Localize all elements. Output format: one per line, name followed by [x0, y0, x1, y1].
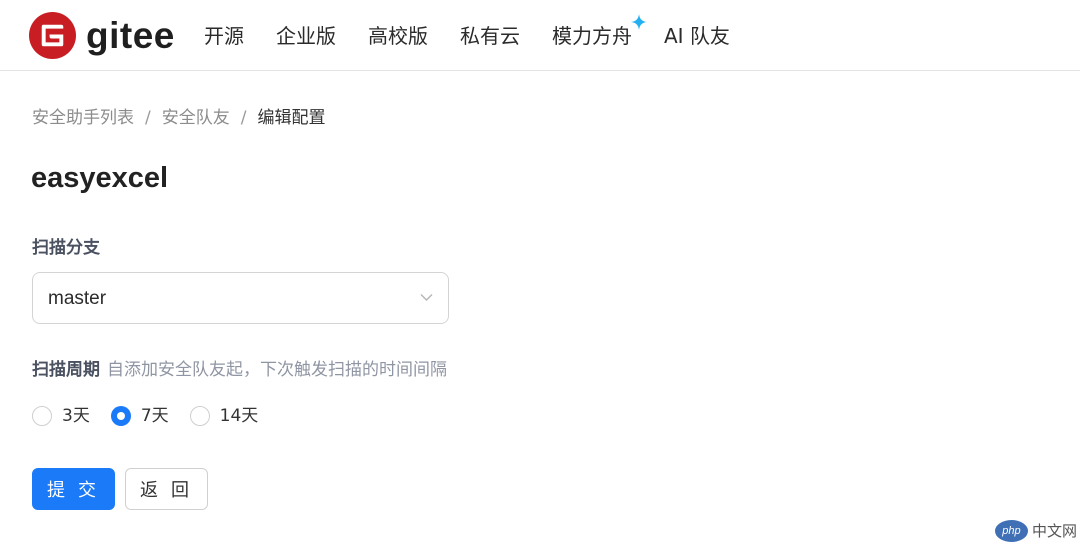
top-header: gitee 开源 企业版 高校版 私有云 模力方舟 AI 队友	[0, 0, 1080, 71]
nav-item-education[interactable]: 高校版	[368, 22, 428, 50]
radio-label: 14天	[219, 406, 259, 426]
scan-period-hint: 自添加安全队友起，下次触发扫描的时间间隔	[107, 360, 447, 380]
radio-button-unchecked[interactable]	[189, 406, 210, 426]
back-button[interactable]: 返 回	[125, 468, 208, 510]
breadcrumb-separator: /	[145, 108, 151, 128]
scan-period-radio-group: 3天 7天 14天	[32, 404, 279, 428]
radio-button-unchecked[interactable]	[32, 406, 52, 426]
nav-item-moli-fangzhou[interactable]: 模力方舟	[552, 14, 647, 50]
scan-period-label: 扫描周期	[32, 360, 100, 380]
radio-3-days[interactable]: 3天	[32, 404, 90, 428]
breadcrumb: 安全助手列表 / 安全队友 / 编辑配置	[32, 106, 325, 130]
nav-item-private-cloud[interactable]: 私有云	[460, 22, 520, 50]
sparkle-icon	[631, 14, 647, 30]
radio-7-days[interactable]: 7天	[110, 404, 169, 428]
nav-item-moli-fangzhou-label: 模力方舟	[552, 24, 632, 48]
logo-text: gitee	[86, 15, 175, 56]
gitee-logo[interactable]: gitee	[29, 12, 175, 59]
nav-item-open-source[interactable]: 开源	[204, 22, 244, 50]
breadcrumb-separator: /	[240, 108, 247, 128]
radio-14-days[interactable]: 14天	[189, 404, 259, 428]
breadcrumb-edit-config: 编辑配置	[257, 108, 326, 128]
breadcrumb-security-teammate[interactable]: 安全队友	[162, 106, 230, 130]
main-nav: 开源 企业版 高校版 私有云 模力方舟 AI 队友	[204, 14, 762, 50]
scan-branch-select[interactable]: master	[32, 272, 449, 324]
radio-label: 7天	[140, 406, 169, 426]
chevron-down-icon	[420, 294, 433, 301]
breadcrumb-security-assistant-list[interactable]: 安全助手列表	[32, 106, 134, 130]
scan-branch-label: 扫描分支	[32, 238, 100, 258]
scan-period-row: 扫描周期 自添加安全队友起，下次触发扫描的时间间隔	[32, 358, 447, 382]
site-watermark: php 中文网	[994, 520, 1077, 542]
radio-label: 3天	[62, 406, 90, 426]
scan-branch-value: master	[48, 288, 107, 309]
page-title: easyexcel	[31, 162, 169, 194]
watermark-text: 中文网	[1031, 522, 1077, 540]
nav-item-ai-teammate[interactable]: AI 队友	[664, 22, 730, 50]
php-badge: php	[994, 520, 1028, 542]
nav-item-enterprise[interactable]: 企业版	[276, 22, 336, 50]
submit-button[interactable]: 提 交	[32, 468, 115, 510]
gitee-logo-icon	[29, 12, 76, 59]
radio-button-checked[interactable]	[110, 406, 131, 426]
